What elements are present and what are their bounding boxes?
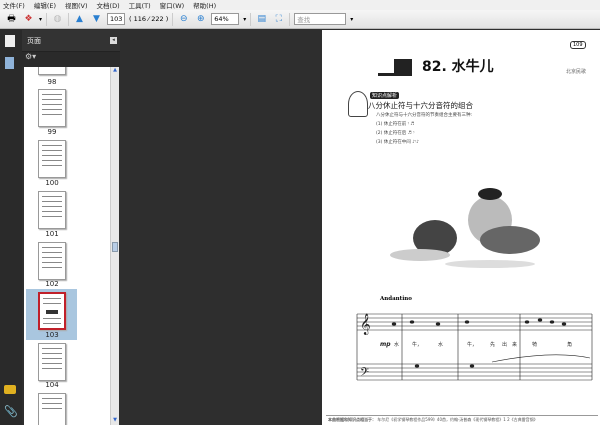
dynamic-marking: mp <box>380 341 391 348</box>
panel-title: 页面 <box>27 36 41 45</box>
thumbnail-label: 100 <box>45 179 59 187</box>
menu-bar: 文件(F) 编辑(E) 视图(V) 文档(D) 工具(T) 窗口(W) 帮助(H… <box>0 0 600 10</box>
full-screen-icon[interactable]: ⛶ <box>272 13 285 26</box>
menu-document[interactable]: 文档(D) <box>97 0 120 10</box>
navigation-strip: 📎 <box>0 30 22 425</box>
collaborate-icon[interactable]: ◍ <box>51 13 64 26</box>
footer-note: 本曲根据和知识点相当于： 车尔尼《初学钢琴教程作品599》40首，约翰·汤普森《… <box>328 417 538 423</box>
lyric: 来 <box>512 342 517 348</box>
lyric: 水 <box>394 341 399 348</box>
snail-and-buffalo-illustration <box>390 188 540 268</box>
tempo-marking: Andantino <box>380 296 412 302</box>
footer-label: 本曲根据和知识点相当于： <box>328 417 376 422</box>
lesson-item: (1) 休止符在前 𝄾 ♬ <box>376 122 415 127</box>
lyric: 牛， <box>412 341 422 348</box>
thumbnail-102[interactable] <box>38 242 66 280</box>
lyric: 角 <box>567 341 572 348</box>
footer-text: 车尔尼《初学钢琴教程作品599》40首，约翰·汤普森《现代钢琴教程》1 2《古典… <box>377 417 538 422</box>
menu-view[interactable]: 视图(V) <box>65 0 88 10</box>
pages-icon[interactable] <box>5 35 15 47</box>
svg-text:𝄢: 𝄢 <box>360 366 369 382</box>
menu-tools[interactable]: 工具(T) <box>129 0 151 10</box>
attachments-icon[interactable]: 📎 <box>4 405 18 418</box>
bookmarks-icon[interactable] <box>5 57 14 69</box>
menu-file[interactable]: 文件(F) <box>3 0 25 10</box>
lesson-item: (2) 休止符在后 ♬ 𝄾 <box>376 131 415 136</box>
page-number-input[interactable]: 103 <box>107 13 126 25</box>
page-number-badge: 109 <box>570 41 586 49</box>
next-page-icon[interactable]: ▼ <box>90 13 103 26</box>
thumbnail-105[interactable] <box>38 393 66 425</box>
zoom-select[interactable]: 64% <box>211 13 240 25</box>
song-region: 北京民歌 <box>566 69 587 75</box>
previous-page-icon[interactable]: ▲ <box>73 13 86 26</box>
teacher-illustration <box>348 91 368 117</box>
lyric: 水 <box>438 341 443 348</box>
page-count: ( 116 ⁄ 222 ) <box>129 15 169 23</box>
print-icon[interactable]: 🖶 <box>5 13 18 26</box>
lesson-intro: 八分休止符与十六分音符的节奏组合主要有三种: <box>376 113 473 118</box>
song-title: 82. 水牛儿 <box>422 59 494 75</box>
zoom-in-icon[interactable]: ⊕ <box>194 13 207 26</box>
options-menu[interactable]: ⚙▾ <box>22 52 120 67</box>
create-pdf-icon[interactable]: ❖ <box>22 13 35 26</box>
thumbnail-104[interactable] <box>38 343 66 381</box>
lyric: 出 <box>502 341 507 348</box>
lyric: 犄 <box>532 341 537 348</box>
svg-text:𝄞: 𝄞 <box>360 314 371 335</box>
thumbnail-label: 102 <box>45 280 59 288</box>
divider <box>68 12 70 26</box>
menu-help[interactable]: 帮助(H) <box>193 0 216 10</box>
panel-close-button[interactable]: ◂ <box>110 37 117 44</box>
toolbar: 🖶 ❖ ▾ ◍ ▲ ▼ 103 ( 116 ⁄ 222 ) ⊖ ⊕ 64% ▾ ▤ … <box>0 10 600 29</box>
search-input[interactable]: 查找 <box>294 13 347 25</box>
lyric: 牛， <box>467 341 477 348</box>
menu-window[interactable]: 窗口(W) <box>160 0 185 10</box>
thumbnail-103[interactable] <box>38 292 66 330</box>
lesson-item: (3) 休止符在中间 ♪𝄾♪ <box>376 140 420 145</box>
thumbnail-scrollbar[interactable]: ▲ ▼ <box>110 67 119 425</box>
lyric: 先 <box>490 341 495 348</box>
document-page: 109 82. 水牛儿 北京民歌 知识点解析 八分休止符与十六分音符的组合 八分… <box>322 30 600 425</box>
comments-icon[interactable] <box>4 385 16 394</box>
divider <box>289 12 291 26</box>
piano-illustration <box>378 50 412 76</box>
fit-width-icon[interactable]: ▤ <box>255 13 268 26</box>
thumbnail-label: 98 <box>47 78 57 86</box>
thumbnail-label: 101 <box>45 230 59 238</box>
thumbnail-98[interactable] <box>38 67 66 75</box>
lesson-subtitle: 八分休止符与十六分音符的组合 <box>368 101 473 110</box>
divider <box>250 12 252 26</box>
thumbnail-label: 103 <box>45 331 59 339</box>
pages-panel-header: 页面 ◂ <box>22 30 120 52</box>
divider <box>46 12 48 26</box>
thumbnail-label: 99 <box>47 128 57 136</box>
zoom-out-icon[interactable]: ⊖ <box>177 13 190 26</box>
footer-rule <box>326 415 598 416</box>
thumbnail-list: 98 99 100 101 102 103 104 <box>24 67 110 425</box>
music-score: 𝄞 𝄢 mp 水 牛， 水 牛， 先 出 来 犄 角 <box>356 313 593 382</box>
thumbnail-label: 104 <box>45 381 59 389</box>
divider <box>172 12 174 26</box>
thumbnail-100[interactable] <box>38 140 66 178</box>
knowledge-badge: 知识点解析 <box>370 92 400 99</box>
scrollbar-thumb[interactable] <box>112 242 118 252</box>
thumbnail-99[interactable] <box>38 89 66 127</box>
menu-edit[interactable]: 编辑(E) <box>34 0 56 10</box>
thumbnail-101[interactable] <box>38 191 66 229</box>
